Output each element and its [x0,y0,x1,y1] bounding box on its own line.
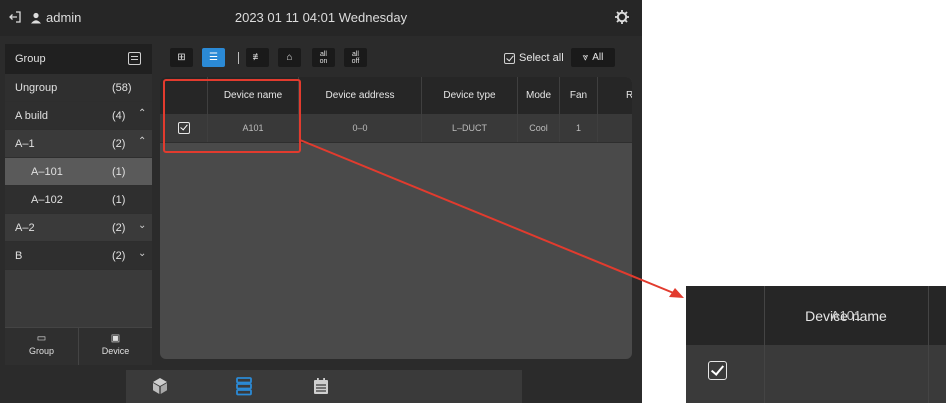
column-header[interactable]: Fan [560,77,598,114]
grid-view-icon: ⊞ [177,52,186,63]
all-on-top: all [319,50,327,58]
lock-icon: ⌂ [286,52,293,63]
all-off-bottom: off [351,57,360,65]
chevron-up-icon[interactable]: ⌃ [138,136,146,147]
group-view-button[interactable]: ▭ Group [5,328,78,365]
sidebar-footer: ▭ Group ▣ Device [5,327,152,365]
sidebar-item-a-102[interactable]: A–102 (1) [5,186,152,214]
highlight-box [163,79,301,153]
sidebar-item-a-1[interactable]: A–1 (2) ⌃ [5,130,152,158]
sidebar-item-label: A–101 [31,166,63,178]
folder-icon: ▭ [36,333,47,344]
calendar-icon[interactable] [311,376,331,396]
cell-device-address: 0–0 [299,114,422,142]
bottom-nav [126,370,522,403]
device-view-button[interactable]: ▣ Device [78,328,152,365]
device-view-label: Device [101,346,130,356]
zoom-divider [928,286,929,403]
all-off-top: all [351,50,359,58]
list-view-button[interactable]: ☰ [202,48,225,67]
zoom-callout: Device name A101 [686,286,946,403]
lock-button[interactable]: ⌂ [278,48,301,67]
column-header[interactable]: Mode [518,77,560,114]
settings-sliders-button[interactable]: ≢ [246,48,269,67]
filter-label: All [592,52,604,63]
group-edit-icon[interactable] [128,52,141,65]
sidebar-item-label: A–102 [31,194,63,206]
sidebar-item-a-build[interactable]: A build (4) ⌃ [5,102,152,130]
cell-fan: 1 [560,114,598,142]
chevron-down-icon[interactable]: ⌄ [138,248,146,259]
column-header[interactable]: R [598,77,632,114]
sidebar-item-a-2[interactable]: A–2 (2) ⌄ [5,214,152,242]
sidebar-item-count: (2) [112,222,126,234]
column-header[interactable]: Device address [299,77,422,114]
sidebar-item-count: (58) [112,82,132,94]
sidebar-item-label: B [15,250,23,262]
sidebar-header: Group [5,44,152,74]
list-view-icon: ☰ [209,52,218,63]
all-on-button[interactable]: all on [312,48,335,67]
all-off-button[interactable]: all off [344,48,367,67]
sidebar-item-count: (4) [112,110,126,122]
sidebar-item-count: (1) [112,194,126,206]
sidebar-item-label: Ungroup [15,82,58,94]
checkbox-checked-icon [504,52,515,64]
device-list-icon[interactable] [234,376,254,396]
column-header[interactable]: Device type [422,77,518,114]
zoom-cell-value: A101 [830,308,862,323]
top-bar: admin 2023 01 11 04:01 Wednesday [0,0,642,36]
app-window: admin 2023 01 11 04:01 Wednesday Group U… [0,0,642,403]
cell-overflow [598,114,632,142]
device-icon: ▣ [110,333,121,344]
chevron-down-icon[interactable]: ⌄ [138,220,146,231]
cell-mode: Cool [518,114,560,142]
filter-icon: ⩔ [582,52,589,63]
group-sidebar: Group Ungroup (58) A build (4) ⌃ A–1 (2)… [5,44,152,365]
select-all-label: Select all [519,52,564,64]
sidebar-item-count: (1) [112,166,126,178]
cell-device-type: L–DUCT [422,114,518,142]
sidebar-item-count: (2) [112,138,126,150]
sidebar-item-count: (2) [112,250,126,262]
sliders-icon: ≢ [252,52,263,63]
grid-view-button[interactable]: ⊞ [170,48,193,67]
group-view-label: Group [28,346,54,356]
sidebar-item-label: A–1 [15,138,35,150]
select-all-checkbox[interactable]: Select all [504,52,564,64]
sidebar-title: Group [15,53,46,65]
sidebar-item-label: A–2 [15,222,35,234]
cube-icon[interactable] [150,376,170,396]
sidebar-item-b[interactable]: B (2) ⌄ [5,242,152,270]
datetime: 2023 01 11 04:01 Wednesday [234,10,408,25]
filter-button[interactable]: ⩔ All [571,48,615,67]
toolbar: ⊞ ☰ ≢ ⌂ all on all off Select all ⩔ All [160,44,642,74]
chevron-up-icon[interactable]: ⌃ [138,108,146,119]
gear-icon[interactable] [614,9,630,25]
zoom-divider [764,286,765,403]
checkbox-checked-icon [708,361,727,380]
sidebar-item-ungroup[interactable]: Ungroup (58) [5,74,152,102]
sidebar-item-label: A build [15,110,49,122]
sidebar-item-a-101[interactable]: A–101 (1) [5,158,152,186]
toolbar-divider [238,52,239,64]
all-on-bottom: on [319,57,328,65]
